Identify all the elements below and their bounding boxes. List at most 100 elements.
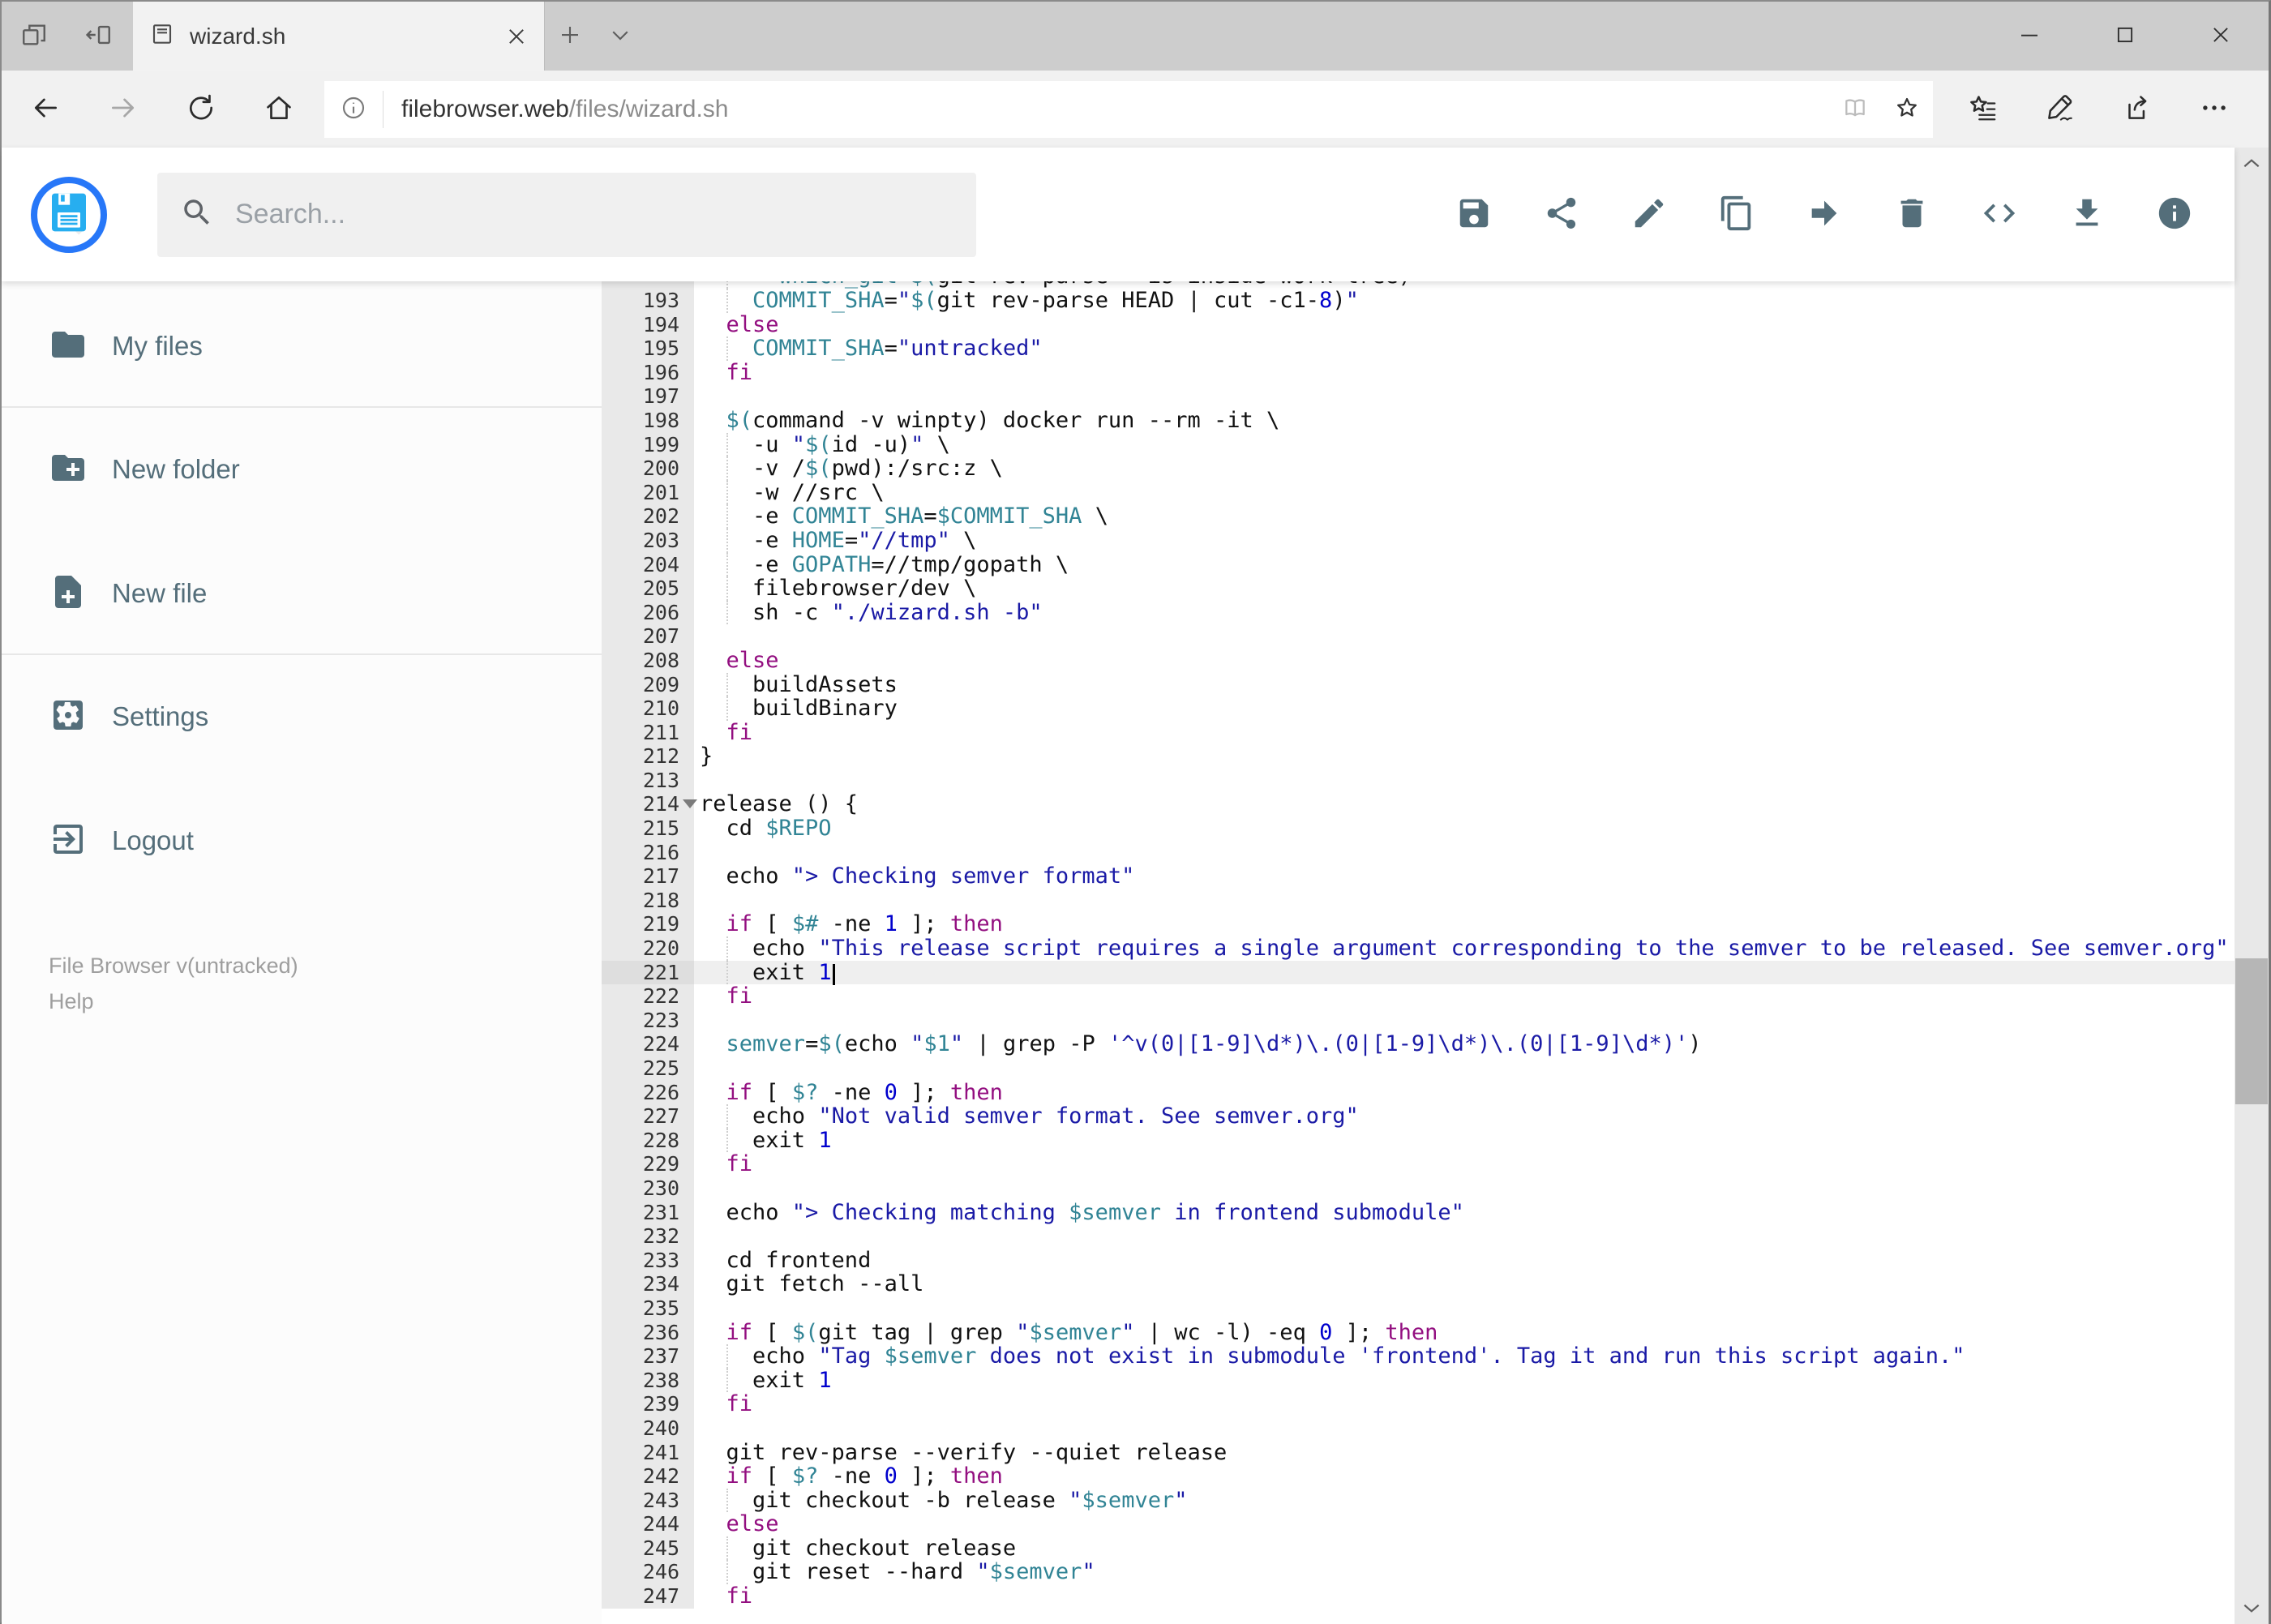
window-close-button[interactable] (2173, 2, 2269, 71)
code-line-content[interactable]: fi (694, 360, 2235, 385)
code-editor[interactable]: which_git=$(git rev-parse --is-inside-wo… (602, 281, 2235, 1624)
code-line-243[interactable]: 243 git checkout -b release "$semver" (602, 1488, 2235, 1513)
search-bar[interactable] (157, 172, 976, 257)
line-number[interactable]: 209 (602, 672, 694, 697)
code-line-content[interactable]: filebrowser/dev \ (694, 576, 2235, 601)
hub-button[interactable] (1944, 71, 2021, 148)
code-line-200[interactable]: 200 -v /$(pwd):/src:z \ (602, 456, 2235, 481)
reading-view-button[interactable] (1829, 95, 1881, 123)
line-number[interactable]: 226 (602, 1080, 694, 1105)
code-line-content[interactable] (694, 1296, 2235, 1321)
code-line-content[interactable]: if [ $? -ne 0 ]; then (694, 1464, 2235, 1489)
code-line-225[interactable]: 225 (602, 1056, 2235, 1081)
line-number[interactable]: 222 (602, 984, 694, 1009)
line-number[interactable]: 238 (602, 1368, 694, 1393)
code-line-content[interactable] (694, 1056, 2235, 1081)
sidebar-item-logout[interactable]: Logout (2, 810, 602, 872)
code-line-240[interactable]: 240 (602, 1416, 2235, 1441)
line-number[interactable]: 210 (602, 696, 694, 721)
line-number[interactable]: 246 (602, 1560, 694, 1585)
code-line-content[interactable] (694, 624, 2235, 649)
code-line-content[interactable]: echo "This release script requires a sin… (694, 936, 2235, 961)
share-page-button[interactable] (2098, 71, 2175, 148)
code-line-193[interactable]: 193 COMMIT_SHA="$(git rev-parse HEAD | c… (602, 289, 2235, 313)
code-line-content[interactable]: sh -c "./wizard.sh -b" (694, 600, 2235, 625)
code-line-content[interactable]: echo "> Checking matching $semver in fro… (694, 1200, 2235, 1225)
code-line-content[interactable]: COMMIT_SHA="$(git rev-parse HEAD | cut -… (694, 289, 2235, 313)
line-number[interactable]: 195 (602, 336, 694, 361)
code-line-194[interactable]: 194 else (602, 312, 2235, 337)
new-tab-button[interactable] (545, 2, 595, 71)
code-line-content[interactable] (694, 1416, 2235, 1441)
code-line-content[interactable]: buildAssets (694, 672, 2235, 697)
line-number[interactable]: 204 (602, 552, 694, 577)
line-number[interactable]: 206 (602, 600, 694, 625)
code-line-210[interactable]: 210 buildBinary (602, 696, 2235, 721)
code-line-244[interactable]: 244 else (602, 1512, 2235, 1536)
code-line-239[interactable]: 239 fi (602, 1392, 2235, 1416)
code-line-247[interactable]: 247 fi (602, 1584, 2235, 1609)
sidebar-item-settings[interactable]: Settings (2, 686, 602, 748)
window-minimize-button[interactable] (1982, 2, 2077, 71)
page-scrollbar[interactable] (2235, 148, 2269, 1624)
set-tabs-aside-button[interactable] (66, 2, 131, 71)
scrollbar-thumb[interactable] (2235, 958, 2268, 1104)
code-line-content[interactable] (694, 841, 2235, 865)
code-line-199[interactable]: 199 -u "$(id -u)" \ (602, 432, 2235, 457)
code-line-content[interactable]: else (694, 1512, 2235, 1536)
line-number[interactable]: 215 (602, 816, 694, 841)
line-number[interactable]: 233 (602, 1248, 694, 1273)
code-line-213[interactable]: 213 (602, 768, 2235, 793)
tab-close-button[interactable] (505, 25, 528, 48)
code-line-224[interactable]: 224 semver=$(echo "$1" | grep -P '^v(0|[… (602, 1032, 2235, 1056)
line-number[interactable]: 197 (602, 384, 694, 409)
line-number[interactable]: 213 (602, 768, 694, 793)
code-line-content[interactable]: buildBinary (694, 696, 2235, 721)
line-number[interactable]: 194 (602, 312, 694, 337)
code-line-content[interactable]: -e COMMIT_SHA=$COMMIT_SHA \ (694, 504, 2235, 529)
code-line-196[interactable]: 196 fi (602, 360, 2235, 385)
line-number[interactable]: 237 (602, 1344, 694, 1369)
code-line-220[interactable]: 220 echo "This release script requires a… (602, 936, 2235, 961)
line-number[interactable]: 214 (602, 792, 697, 817)
code-line-content[interactable]: if [ $# -ne 1 ]; then (694, 912, 2235, 936)
code-line-content[interactable]: fi (694, 1584, 2235, 1609)
window-maximize-button[interactable] (2077, 2, 2173, 71)
move-button[interactable] (1780, 170, 1868, 259)
line-number[interactable]: 208 (602, 648, 694, 673)
code-line-content[interactable]: exit 1 (694, 960, 2235, 985)
code-line-content[interactable]: echo "Not valid semver format. See semve… (694, 1104, 2235, 1129)
line-number[interactable]: 207 (602, 624, 694, 649)
code-line-245[interactable]: 245 git checkout release (602, 1536, 2235, 1561)
code-line-content[interactable]: else (694, 312, 2235, 337)
code-line-204[interactable]: 204 -e GOPATH=//tmp/gopath \ (602, 552, 2235, 577)
code-line-content[interactable]: fi (694, 1392, 2235, 1416)
line-number[interactable]: 244 (602, 1512, 694, 1536)
code-line-234[interactable]: 234 git fetch --all (602, 1272, 2235, 1296)
code-line-content[interactable]: -w //src \ (694, 480, 2235, 505)
code-line-241[interactable]: 241 git rev-parse --verify --quiet relea… (602, 1440, 2235, 1465)
code-line-content[interactable]: if [ $(git tag | grep "$semver" | wc -l)… (694, 1320, 2235, 1345)
code-line-content[interactable]: else (694, 649, 2235, 673)
line-number[interactable]: 199 (602, 432, 694, 457)
line-number[interactable]: 216 (602, 840, 694, 865)
code-line-content[interactable]: $(command -v winpty) docker run --rm -it… (694, 409, 2235, 433)
code-line-226[interactable]: 226 if [ $? -ne 0 ]; then (602, 1080, 2235, 1105)
code-line-content[interactable]: -v /$(pwd):/src:z \ (694, 456, 2235, 481)
scrollbar-up-button[interactable] (2235, 148, 2269, 182)
code-line-217[interactable]: 217 echo "> Checking semver format" (602, 864, 2235, 889)
code-line-233[interactable]: 233 cd frontend (602, 1248, 2235, 1273)
more-menu-button[interactable] (2175, 71, 2252, 148)
line-number[interactable]: 203 (602, 528, 694, 553)
code-line-content[interactable]: COMMIT_SHA="untracked" (694, 336, 2235, 361)
code-line-211[interactable]: 211 fi (602, 720, 2235, 745)
line-number[interactable]: 198 (602, 408, 694, 433)
source-view-button[interactable] (1956, 170, 2043, 259)
code-line-content[interactable]: exit 1 (694, 1128, 2235, 1153)
code-line-content[interactable]: semver=$(echo "$1" | grep -P '^v(0|[1-9]… (694, 1032, 2235, 1056)
code-line-content[interactable]: -e HOME="//tmp" \ (694, 529, 2235, 553)
delete-button[interactable] (1868, 170, 1956, 259)
code-line-content[interactable]: echo "Tag $semver does not exist in subm… (694, 1344, 2235, 1369)
line-number[interactable]: 219 (602, 912, 694, 937)
code-line-227[interactable]: 227 echo "Not valid semver format. See s… (602, 1104, 2235, 1129)
